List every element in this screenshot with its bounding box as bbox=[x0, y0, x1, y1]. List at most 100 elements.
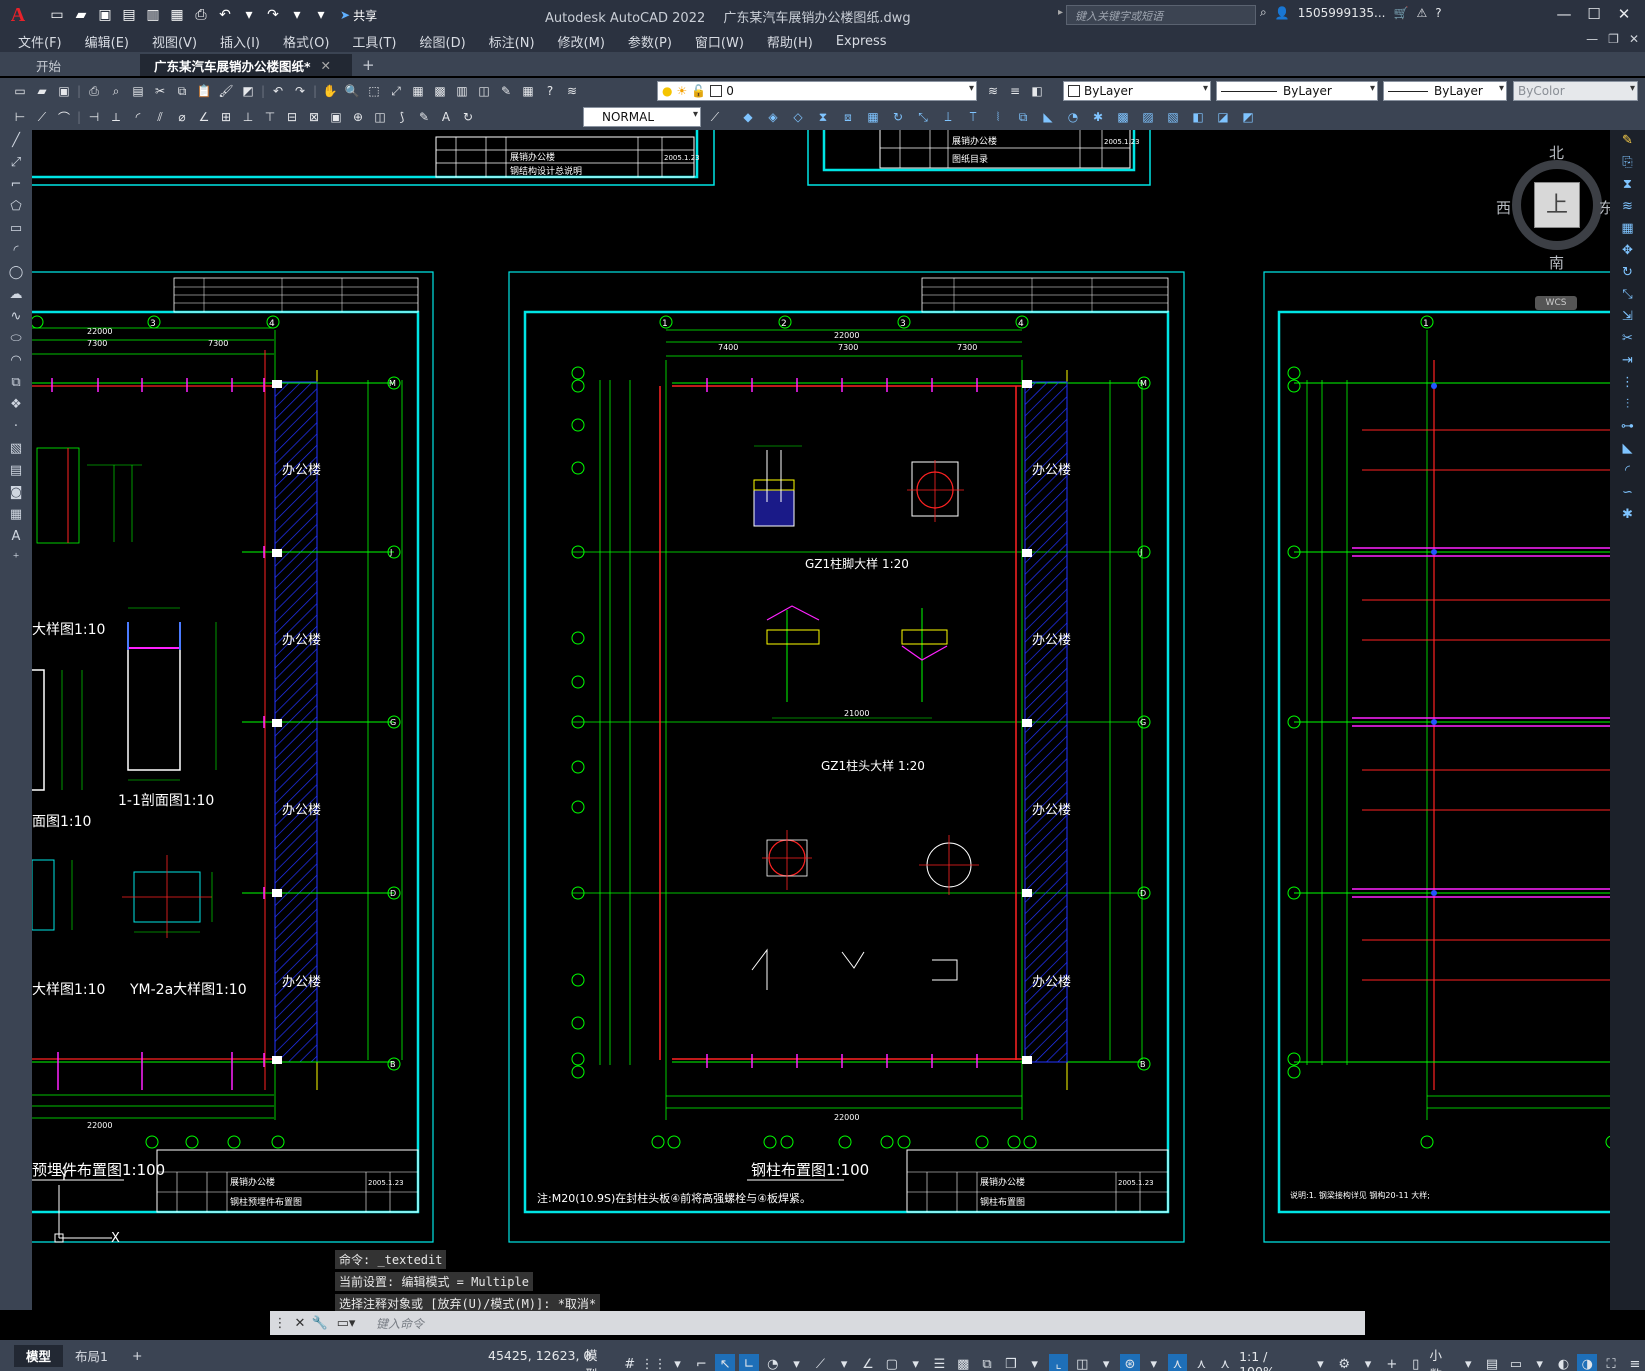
stretch-icon[interactable]: ⇲ bbox=[1610, 306, 1645, 328]
move-icon[interactable]: ◆ bbox=[738, 107, 758, 127]
rotate-icon[interactable]: ↻ bbox=[1610, 262, 1645, 284]
layer-properties-icon[interactable]: ≋ bbox=[562, 81, 582, 101]
layer-state-icon[interactable]: ◧ bbox=[1027, 81, 1047, 101]
make-current-layer-icon[interactable]: ≋ bbox=[983, 81, 1003, 101]
coordinate-readout[interactable]: 45425, 12623, 0 bbox=[488, 1348, 591, 1363]
help-icon[interactable]: ? bbox=[1435, 6, 1441, 20]
mtext-icon[interactable]: A bbox=[0, 526, 32, 548]
new-tab-button[interactable]: + bbox=[352, 54, 385, 76]
ellipse-arc-icon[interactable]: ◠ bbox=[0, 350, 32, 372]
plotstyle-dropdown[interactable]: ByColor ▾ bbox=[1513, 81, 1638, 101]
stretch-icon[interactable]: ◇ bbox=[788, 107, 808, 127]
search-expand-icon[interactable]: ▸ bbox=[1058, 7, 1063, 18]
dim-break-icon[interactable]: ⊠ bbox=[304, 107, 324, 127]
auto-scale-icon[interactable]: ⋏ bbox=[1191, 1354, 1211, 1371]
lock-ui-icon[interactable]: ▭ bbox=[1506, 1354, 1526, 1371]
save-web-icon[interactable]: ▦ bbox=[166, 4, 188, 26]
redo-dropdown-icon[interactable]: ▾ bbox=[286, 4, 308, 26]
viewcube[interactable]: 上 北 南 东 西 WCS bbox=[1492, 140, 1610, 310]
lineweight-dropdown[interactable]: ByLayer ▾ bbox=[1383, 81, 1507, 101]
open-icon[interactable]: ▰ bbox=[32, 81, 52, 101]
annotation-scale-dropdown-icon[interactable]: ▾ bbox=[1310, 1354, 1330, 1371]
object-snap-dropdown-icon[interactable]: ▾ bbox=[906, 1354, 926, 1371]
dim-edit-icon[interactable]: ✎ bbox=[414, 107, 434, 127]
search-icon[interactable]: ⌕ bbox=[1260, 5, 1267, 20]
array-icon[interactable]: ▦ bbox=[1610, 218, 1645, 240]
command-customize-icon[interactable]: 🔧 bbox=[310, 1316, 330, 1331]
quick-properties-icon[interactable]: ▤ bbox=[1482, 1354, 1502, 1371]
graphics-performance-icon[interactable]: ◑ bbox=[1577, 1354, 1598, 1371]
break-icon[interactable]: ⦚ bbox=[988, 107, 1008, 127]
break-icon[interactable]: ⫶ bbox=[1610, 394, 1645, 416]
annotation-monitor-icon[interactable]: + bbox=[1382, 1354, 1402, 1371]
offset-icon[interactable]: ⧈ bbox=[838, 107, 858, 127]
new-file-icon[interactable]: ▭ bbox=[46, 4, 68, 26]
help-icon[interactable]: ? bbox=[540, 81, 560, 101]
undo-icon[interactable]: ↶ bbox=[214, 4, 236, 26]
customize-qat-icon[interactable]: ▾ bbox=[310, 4, 332, 26]
copy-icon[interactable]: ⎘ bbox=[1610, 152, 1645, 174]
recent-commands-icon[interactable]: ▭▾ bbox=[336, 1316, 356, 1331]
scale-icon[interactable]: ⤡ bbox=[1610, 284, 1645, 306]
transparency-icon[interactable]: ▩ bbox=[953, 1354, 973, 1371]
menu-window[interactable]: 窗口(W) bbox=[695, 32, 744, 51]
open-file-icon[interactable]: ▰ bbox=[70, 4, 92, 26]
minimize-icon[interactable]: — bbox=[1549, 4, 1579, 26]
explode-icon[interactable]: ✱ bbox=[1610, 504, 1645, 526]
chamfer-icon[interactable]: ◣ bbox=[1610, 438, 1645, 460]
tab-layout1[interactable]: 布局1 bbox=[63, 1345, 120, 1367]
zoom-realtime-icon[interactable]: 🔍 bbox=[342, 81, 362, 101]
tab-close-icon[interactable]: ✕ bbox=[321, 58, 331, 73]
design-center-icon[interactable]: ▩ bbox=[430, 81, 450, 101]
plot-icon[interactable]: ⎙ bbox=[84, 81, 104, 101]
dim-update-icon[interactable]: ↻ bbox=[458, 107, 478, 127]
blend-curves-icon[interactable]: ∽ bbox=[1610, 482, 1645, 504]
autodesk-account-icon[interactable]: ⚠ bbox=[1416, 6, 1427, 20]
arc-length-icon[interactable]: ⌒ bbox=[54, 107, 74, 127]
dim-diameter-icon[interactable]: ⌀ bbox=[172, 107, 192, 127]
dim-style-icon[interactable]: ⟋ bbox=[705, 107, 725, 127]
gradient-icon[interactable]: ◧ bbox=[1188, 107, 1208, 127]
cart-icon[interactable]: 🛒 bbox=[1393, 6, 1408, 20]
lock-ui-dropdown-icon[interactable]: ▾ bbox=[1530, 1354, 1550, 1371]
ortho-icon[interactable]: ∟ bbox=[739, 1354, 759, 1371]
menu-parametric[interactable]: 参数(P) bbox=[628, 32, 672, 51]
dynamic-ucs-icon[interactable]: ⌞ bbox=[1048, 1354, 1069, 1371]
undo-icon[interactable]: ↶ bbox=[268, 81, 288, 101]
rectangle-icon[interactable]: ▭ bbox=[0, 218, 32, 240]
cut-icon[interactable]: ✂ bbox=[150, 81, 170, 101]
lineweight-icon[interactable]: ☰ bbox=[930, 1354, 950, 1371]
inspection-icon[interactable]: ◫ bbox=[370, 107, 390, 127]
offset-icon[interactable]: ≋ bbox=[1610, 196, 1645, 218]
customization-icon[interactable]: ≡ bbox=[1625, 1354, 1645, 1371]
workspace-gear-icon[interactable]: ⚙ bbox=[1334, 1354, 1354, 1371]
jogged-linear-icon[interactable]: ⟆ bbox=[392, 107, 412, 127]
chamfer-icon[interactable]: ◣ bbox=[1038, 107, 1058, 127]
properties-icon[interactable]: ▦ bbox=[408, 81, 428, 101]
object-snap-icon[interactable]: ▢ bbox=[882, 1354, 902, 1371]
redo-icon[interactable]: ↷ bbox=[290, 81, 310, 101]
gizmo-icon[interactable]: ⊛ bbox=[1120, 1354, 1140, 1371]
grid-icon[interactable]: # bbox=[620, 1354, 640, 1371]
menu-draw[interactable]: 绘图(D) bbox=[420, 32, 466, 51]
command-grip-icon[interactable]: ⋮ bbox=[270, 1316, 290, 1331]
revcloud-icon[interactable]: ☁ bbox=[0, 284, 32, 306]
infer-constraints-icon[interactable]: ⌐ bbox=[691, 1354, 711, 1371]
selection-filter-icon[interactable]: ◫ bbox=[1072, 1354, 1092, 1371]
move-icon[interactable]: ✥ bbox=[1610, 240, 1645, 262]
pan-icon[interactable]: ✋ bbox=[320, 81, 340, 101]
dim-continue-icon[interactable]: ⊤ bbox=[260, 107, 280, 127]
clean-screen-icon[interactable]: ⛶ bbox=[1601, 1354, 1621, 1371]
add-layout-button[interactable]: + bbox=[120, 1345, 154, 1367]
dynamic-input-icon[interactable]: ↖ bbox=[715, 1354, 736, 1371]
compass-east[interactable]: 东 bbox=[1599, 197, 1610, 218]
snap-dropdown-icon[interactable]: ▾ bbox=[668, 1354, 688, 1371]
polygon-icon[interactable]: ⬠ bbox=[0, 196, 32, 218]
fillet-icon[interactable]: ◜ bbox=[1610, 460, 1645, 482]
menu-edit[interactable]: 编辑(E) bbox=[85, 32, 129, 51]
model-space-button[interactable]: 模型 bbox=[585, 1345, 610, 1371]
polar-dropdown-icon[interactable]: ▾ bbox=[787, 1354, 807, 1371]
ungroup-icon[interactable]: ▨ bbox=[1138, 107, 1158, 127]
units-dropdown-icon[interactable]: ▾ bbox=[1458, 1354, 1478, 1371]
insert-block-icon[interactable]: ⧉ bbox=[0, 372, 32, 394]
